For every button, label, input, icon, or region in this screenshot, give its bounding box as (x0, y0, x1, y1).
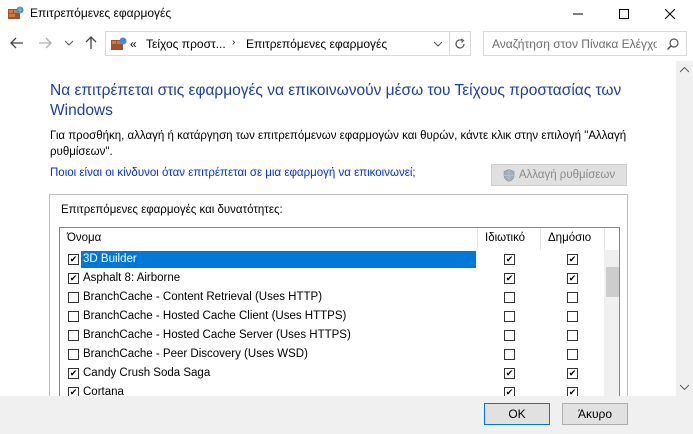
scroll-up-icon[interactable] (680, 67, 689, 73)
maximize-button[interactable] (601, 0, 647, 27)
risks-link[interactable]: Ποιοι είναι οι κίνδυνοι όταν επιτρέπεται… (50, 167, 416, 179)
refresh-button[interactable] (452, 36, 468, 52)
enable-checkbox[interactable] (68, 368, 79, 379)
enable-checkbox[interactable] (68, 349, 79, 360)
table-row[interactable]: BranchCache - Peer Discovery (Uses WSD) (60, 345, 604, 364)
public-checkbox[interactable] (567, 254, 578, 265)
enable-checkbox[interactable] (68, 254, 79, 265)
public-checkbox[interactable] (567, 292, 578, 303)
address-dropdown-button[interactable] (431, 36, 445, 52)
public-checkbox[interactable] (567, 330, 578, 341)
up-arrow-icon (85, 36, 97, 49)
page-heading: Να επιτρέπεται στις εφαρμογές να επικοιν… (50, 82, 622, 119)
page-scrollbar[interactable] (676, 61, 693, 396)
up-button[interactable] (82, 34, 100, 52)
table-row[interactable]: BranchCache - Hosted Cache Server (Uses … (60, 326, 604, 345)
forward-button[interactable] (36, 34, 54, 52)
app-name: BranchCache - Hosted Cache Server (Uses … (83, 329, 351, 341)
enable-checkbox[interactable] (68, 311, 79, 322)
enable-checkbox[interactable] (68, 292, 79, 303)
list-header: Όνομα Ιδιωτικό Δημόσιο (60, 228, 619, 250)
chevron-down-icon (434, 41, 442, 47)
public-checkbox[interactable] (567, 349, 578, 360)
private-checkbox[interactable] (504, 368, 515, 379)
app-name: Asphalt 8: Airborne (83, 272, 181, 284)
list-scrollbar[interactable] (604, 250, 619, 405)
table-row[interactable]: Candy Crush Soda Saga (60, 364, 604, 383)
app-name: BranchCache - Hosted Cache Client (Uses … (83, 310, 347, 322)
address-bar[interactable]: « Τείχος προστ... › Επιτρεπόμενες εφαρμο… (105, 31, 471, 56)
maximize-icon (619, 8, 629, 19)
uac-shield-icon (503, 168, 515, 182)
close-icon (665, 8, 675, 19)
title-bar: Επιτρεπόμενες εφαρμογές (0, 0, 693, 27)
private-checkbox[interactable] (504, 292, 515, 303)
public-checkbox[interactable] (567, 273, 578, 284)
app-name: 3D Builder (81, 251, 476, 268)
column-public[interactable]: Δημόσιο (548, 232, 591, 244)
recent-locations-button[interactable] (60, 34, 78, 52)
group-label: Επιτρεπόμενες εφαρμογές και δυνατότητες: (61, 204, 283, 216)
scroll-thumb[interactable] (606, 267, 619, 297)
table-row[interactable]: BranchCache - Hosted Cache Client (Uses … (60, 307, 604, 326)
public-checkbox[interactable] (567, 311, 578, 322)
private-checkbox[interactable] (504, 349, 515, 360)
firewall-app-icon (8, 6, 24, 19)
close-button[interactable] (647, 0, 693, 27)
refresh-icon (455, 38, 465, 49)
change-settings-button[interactable]: Αλλαγή ρυθμίσεων (491, 164, 627, 186)
table-row[interactable]: 3D Builder (60, 250, 604, 269)
search-icon (667, 38, 679, 50)
private-checkbox[interactable] (504, 330, 515, 341)
change-settings-label: Αλλαγή ρυθμίσεων (518, 169, 616, 181)
enable-checkbox[interactable] (68, 273, 79, 284)
allowed-apps-list[interactable]: Όνομα Ιδιωτικό Δημόσιο 3D Builder Asphalt… (59, 227, 620, 405)
forward-arrow-icon (39, 37, 52, 49)
back-arrow-icon (10, 37, 23, 49)
breadcrumb-allowed-apps[interactable]: Επιτρεπόμενες εφαρμογές (246, 37, 387, 51)
breadcrumb-separator-icon: › (232, 37, 236, 48)
ok-button[interactable]: OK (484, 403, 550, 425)
search-input[interactable]: Αναζήτηση στον Πίνακα Ελέγχου (492, 37, 657, 51)
window-title: Επιτρεπόμενες εφαρμογές (30, 6, 172, 20)
minimize-button[interactable] (555, 0, 601, 27)
table-row[interactable]: BranchCache - Content Retrieval (Uses HT… (60, 288, 604, 307)
private-checkbox[interactable] (504, 273, 515, 284)
breadcrumb-firewall[interactable]: Τείχος προστ... (146, 37, 226, 51)
scroll-down-icon[interactable] (680, 384, 689, 390)
back-button[interactable] (8, 34, 26, 52)
app-name: BranchCache - Content Retrieval (Uses HT… (83, 291, 323, 303)
page-description: Για προσθήκη, αλλαγή ή κατάργηση των επι… (50, 130, 627, 158)
app-name: BranchCache - Peer Discovery (Uses WSD) (83, 348, 308, 360)
column-name[interactable]: Όνομα (67, 232, 101, 244)
firewall-location-icon (111, 37, 127, 50)
navigation-bar: « Τείχος προστ... › Επιτρεπόμενες εφαρμο… (0, 29, 693, 59)
column-private[interactable]: Ιδιωτικό (485, 232, 525, 244)
minimize-icon (573, 13, 583, 14)
breadcrumb-overflow[interactable]: « (130, 37, 137, 51)
allowed-apps-group: Επιτρεπόμενες εφαρμογές και δυνατότητες:… (49, 194, 628, 405)
cancel-button[interactable]: Άκυρο (562, 403, 628, 425)
enable-checkbox[interactable] (68, 330, 79, 341)
table-row[interactable]: Asphalt 8: Airborne (60, 269, 604, 288)
search-box[interactable]: Αναζήτηση στον Πίνακα Ελέγχου (483, 31, 687, 56)
app-name: Candy Crush Soda Saga (83, 367, 211, 379)
public-checkbox[interactable] (567, 368, 578, 379)
dialog-footer: OK Άκυρο (0, 396, 693, 434)
list-rows: 3D Builder Asphalt 8: Airborne BranchCache… (60, 250, 604, 402)
private-checkbox[interactable] (504, 311, 515, 322)
private-checkbox[interactable] (504, 254, 515, 265)
chevron-down-icon (65, 40, 73, 46)
